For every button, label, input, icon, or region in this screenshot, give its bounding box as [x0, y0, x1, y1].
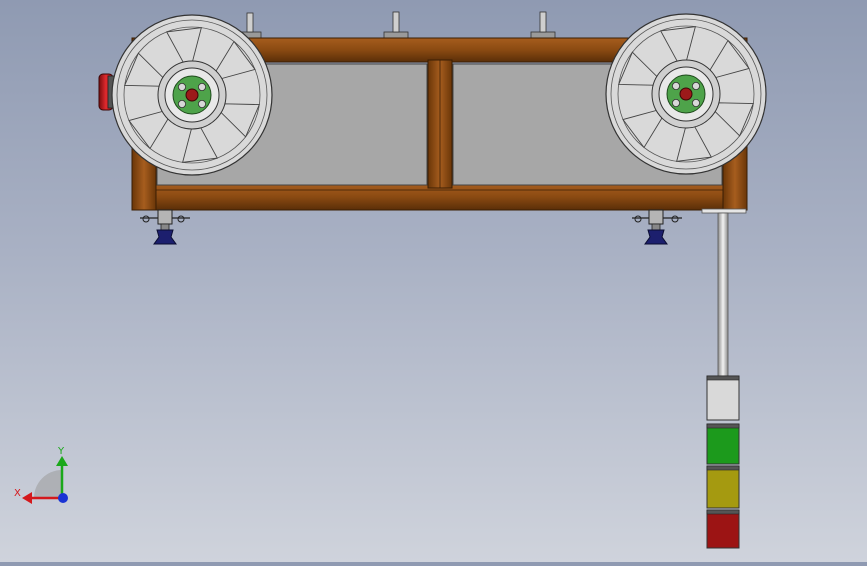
cad-viewport[interactable]: Y X [0, 0, 867, 562]
tower-light-cap [706, 423, 740, 429]
tower-light-yellow[interactable] [706, 465, 740, 509]
reel-bolt [692, 99, 700, 107]
reel-bolt [671, 99, 680, 107]
y-axis-label: Y [57, 446, 65, 457]
signal-tower[interactable] [701, 208, 747, 549]
leveling-foot-right [632, 209, 682, 245]
top-stud-right [530, 11, 556, 40]
y-axis-arrowhead [56, 456, 68, 466]
reel-bolt [198, 100, 206, 108]
reel-axle [679, 87, 693, 101]
tower-light-green[interactable] [706, 423, 740, 465]
reel-right[interactable] [605, 13, 767, 175]
reel-axle [185, 88, 199, 102]
assembly-drawing[interactable] [0, 0, 867, 562]
tower-light-cap [706, 509, 740, 515]
z-axis-dot [58, 493, 68, 503]
reel-bolt [177, 82, 186, 91]
tower-light-cap [706, 465, 740, 471]
leveling-foot-left [140, 209, 190, 245]
tower-light-cap [706, 375, 740, 381]
x-axis-label: X [14, 488, 21, 499]
top-stud-middle [383, 11, 409, 40]
tower-light-red[interactable] [706, 509, 740, 549]
coordinate-triad: Y X [14, 446, 68, 504]
triad-plane [34, 470, 62, 498]
reel-bolt [177, 100, 186, 108]
reel-bolt [671, 81, 680, 90]
tower-light-white[interactable] [706, 375, 740, 421]
reel-left[interactable] [111, 14, 273, 176]
x-axis-arrowhead [22, 492, 32, 504]
reel-bolt [198, 82, 206, 91]
reel-bolt [692, 81, 700, 90]
